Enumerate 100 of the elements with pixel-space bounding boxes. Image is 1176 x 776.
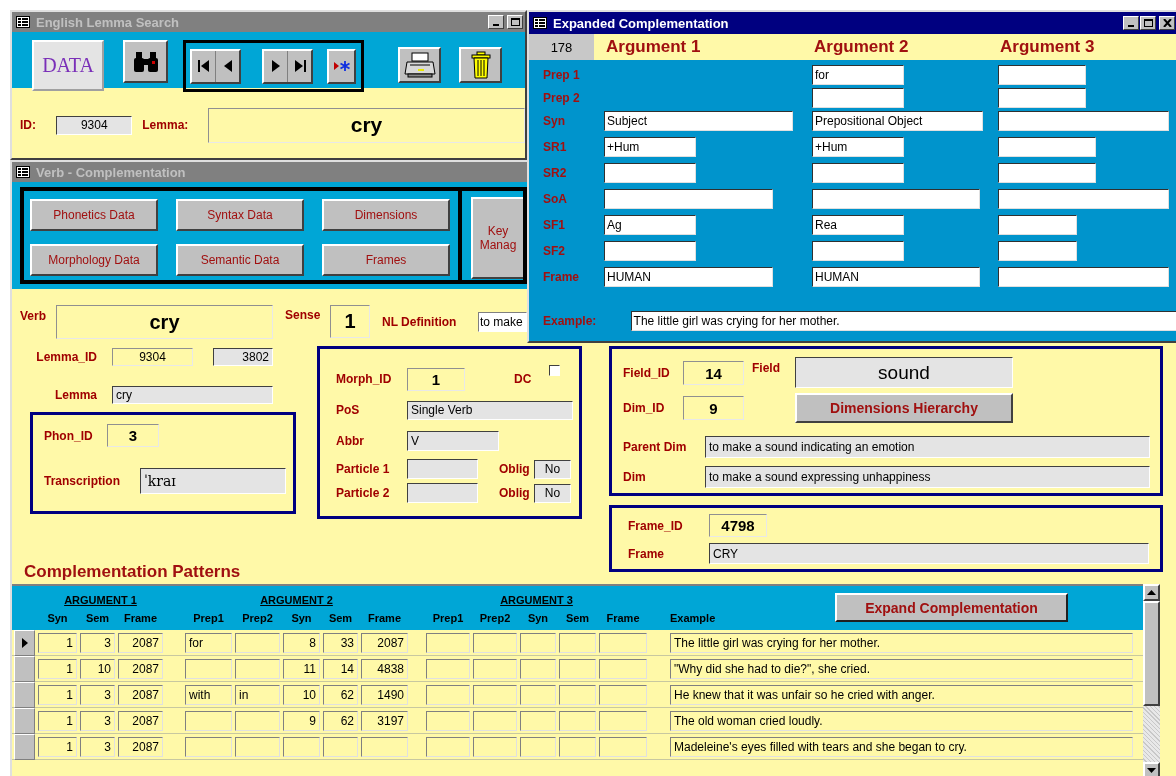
text-field[interactable]: HUMAN [812,267,980,287]
text-field[interactable]: Ag [604,215,696,235]
text-field[interactable] [998,241,1077,261]
text-field[interactable] [407,483,478,503]
text-field[interactable]: to make a sound indicating an emotion [705,436,1150,458]
text-field[interactable] [998,137,1096,157]
column-header: Syn [290,612,313,624]
column-header: Prep2 [241,612,274,624]
text-field[interactable]: 9 [683,396,744,420]
table-cell: 3197 [361,711,408,731]
text-field[interactable]: sound [795,357,1013,388]
text-field[interactable] [998,189,1169,209]
scroll-thumb[interactable] [1143,601,1160,706]
form-button[interactable]: Syntax Data [176,199,304,231]
form-button[interactable]: Semantic Data [176,244,304,276]
table-cell [559,659,596,679]
field-label: Syn [542,113,566,130]
field-label: Prep 2 [542,90,581,107]
text-field[interactable]: 14 [683,361,744,385]
column-header: Prep2 [478,612,512,624]
text-field[interactable] [812,88,904,108]
form-button[interactable]: Phonetics Data [30,199,158,231]
text-field[interactable]: 9304 [112,348,193,366]
field-label: Example: [542,313,598,330]
pointer-icon [21,638,28,648]
text-field[interactable]: The little girl was crying for her mother. [630,311,1176,331]
field-label: Field [752,361,781,375]
close-button[interactable] [1159,16,1175,30]
text-field[interactable] [998,65,1086,85]
table-cell [185,659,232,679]
text-field[interactable]: 3802 [213,348,273,366]
text-field[interactable]: ˈkraɪ [140,468,286,494]
text-field[interactable] [998,215,1077,235]
form-button[interactable]: Morphology Data [30,244,158,276]
table-cell: 1 [38,737,77,757]
delete-button[interactable] [459,47,502,83]
text-field[interactable] [604,241,696,261]
text-field[interactable]: cry [112,385,273,404]
text-field[interactable]: 1 [330,305,370,338]
text-field[interactable]: cry [208,107,525,143]
text-field[interactable]: 9304 [56,115,133,135]
text-field[interactable]: cry [56,305,273,339]
checkbox[interactable] [549,365,560,376]
text-field[interactable]: CRY [709,543,1149,564]
text-field[interactable]: HUMAN [604,267,773,287]
text-field[interactable]: 1 [407,367,465,391]
dimensions-hierarchy-button[interactable]: Dimensions Hierarchy [795,393,1013,423]
table-cell [599,737,647,757]
text-field[interactable]: 4798 [709,514,767,537]
text-field[interactable]: 3 [107,424,159,447]
text-field[interactable] [812,163,904,183]
scroll-down-button[interactable] [1143,762,1160,776]
text-field[interactable]: Prepositional Object [812,111,983,131]
table-cell: 10 [283,685,320,705]
text-field[interactable] [998,111,1169,131]
text-field[interactable] [604,189,773,209]
group-heading: ARGUMENT 1 [63,594,138,606]
print-button[interactable] [398,47,441,83]
text-field[interactable] [812,189,980,209]
text-field[interactable]: Single Verb [407,400,573,420]
text-field[interactable] [407,459,478,479]
table-cell [520,685,556,705]
form-button[interactable]: Key Manag [471,197,523,279]
table-cell: 4838 [361,659,408,679]
text-field[interactable]: to make [478,312,527,332]
text-field[interactable]: +Hum [812,137,904,157]
minimize-button[interactable] [1123,16,1139,30]
text-field[interactable]: V [407,431,499,451]
text-field[interactable] [998,267,1169,287]
minimize-button[interactable] [488,15,504,29]
record-selector[interactable] [14,630,35,656]
text-field[interactable]: Subject [604,111,793,131]
form-button[interactable]: Dimensions [322,199,450,231]
table-cell [599,685,647,705]
form-button[interactable]: Frames [322,244,450,276]
new-record-button[interactable] [327,48,356,84]
text-field[interactable] [998,88,1086,108]
printer-icon [403,52,436,78]
text-field[interactable]: +Hum [604,137,696,157]
expand-complementation-button[interactable]: Expand Complementation [835,593,1068,622]
table-cell [599,711,647,731]
table-cell: 1490 [361,685,408,705]
search-button[interactable] [123,40,168,83]
table-cell: The little girl was crying for her mother. [670,633,1133,653]
maximize-button[interactable] [507,15,523,29]
scroll-up-button[interactable] [1143,584,1160,601]
text-field[interactable]: for [812,65,904,85]
text-field[interactable]: to make a sound expressing unhappiness [705,466,1150,488]
maximize-button[interactable] [1140,16,1156,30]
scrollbar[interactable] [1143,584,1160,776]
text-field[interactable]: No [534,459,571,479]
text-field[interactable] [998,163,1096,183]
table-cell: 2087 [118,711,163,731]
text-field[interactable]: Rea [812,215,904,235]
text-field[interactable]: No [534,483,571,503]
text-field[interactable] [604,163,696,183]
data-button[interactable]: DATA [32,40,104,91]
field-label: Verb [20,308,47,323]
text-field[interactable] [812,241,904,261]
table-cell: with [185,685,232,705]
